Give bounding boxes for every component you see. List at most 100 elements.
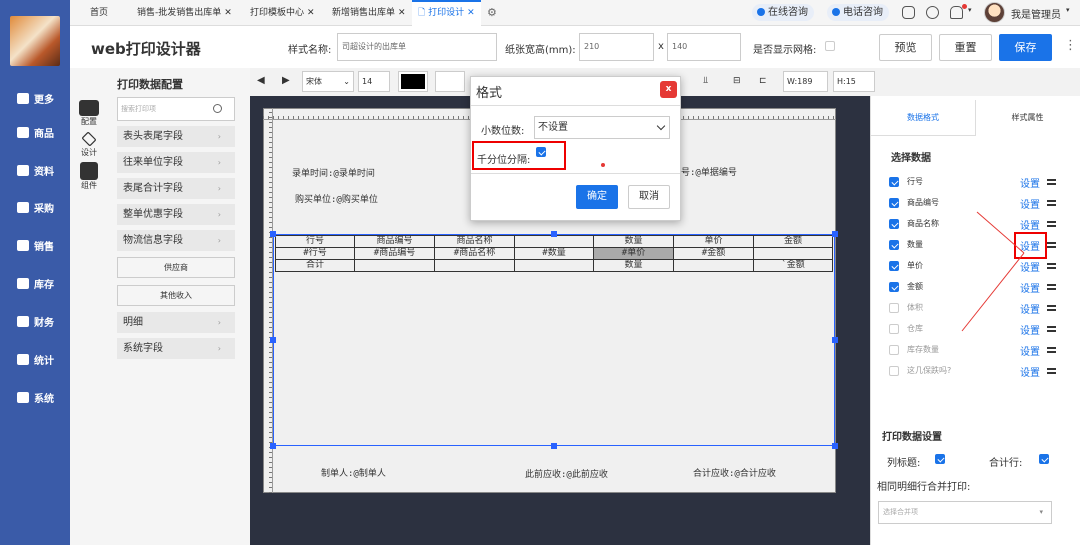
resize-handle[interactable] <box>270 443 276 449</box>
total-row-checkbox[interactable] <box>1039 454 1049 464</box>
data-field-checkbox[interactable] <box>889 261 899 271</box>
close-icon[interactable]: ✕ <box>467 8 475 18</box>
total-receivable-field[interactable]: 合计应收:@合计应收 <box>693 466 776 479</box>
nav-item-2[interactable]: 资料 <box>0 158 70 182</box>
preview-button[interactable]: 预览 <box>879 34 932 61</box>
undo-icon[interactable]: ◀ <box>257 75 265 86</box>
reset-button[interactable]: 重置 <box>939 34 992 61</box>
field-group[interactable]: 系统字段 › <box>117 338 235 359</box>
maker-field[interactable]: 制单人:@制单人 <box>321 466 386 479</box>
user-avatar[interactable] <box>984 2 1005 23</box>
paper-height-input[interactable]: 140 <box>667 33 741 61</box>
drag-handle-icon[interactable] <box>1047 368 1056 374</box>
data-field-checkbox[interactable] <box>889 345 899 355</box>
settings-icon[interactable]: ⚙ <box>487 6 497 19</box>
more-vertical-icon[interactable]: ⋮ <box>1064 38 1077 53</box>
entry-time-field[interactable]: 录单时间:@录单时间 <box>292 166 375 179</box>
width-input[interactable]: W:189 <box>783 71 828 92</box>
set-link[interactable]: 设置 <box>1020 364 1040 379</box>
search-input[interactable]: 搜索打印项 <box>117 97 235 121</box>
close-icon[interactable]: ✕ <box>224 8 232 18</box>
nav-item-5[interactable]: 库存 <box>0 271 70 295</box>
config-tool[interactable]: 配置 <box>74 100 104 127</box>
tab-new-sales-outbound[interactable]: 新增销售出库单 ✕ <box>332 0 406 26</box>
set-link[interactable]: 设置 <box>1020 343 1040 358</box>
close-icon[interactable]: ✕ <box>398 8 406 18</box>
nav-item-1[interactable]: 商品 <box>0 120 70 144</box>
user-avatar-image[interactable] <box>10 16 60 66</box>
drag-handle-icon[interactable] <box>1047 221 1056 227</box>
align-left-icon[interactable]: ⊏ <box>759 76 767 86</box>
font-size-input[interactable]: 14 <box>358 71 390 92</box>
show-grid-checkbox[interactable] <box>825 41 835 51</box>
data-field-checkbox[interactable] <box>889 177 899 187</box>
set-link[interactable]: 设置 <box>1020 175 1040 190</box>
chevron-down-icon[interactable]: ▾ <box>968 6 972 14</box>
field-group[interactable]: 物流信息字段 › <box>117 230 235 251</box>
resize-handle[interactable] <box>270 337 276 343</box>
selection-box[interactable] <box>273 234 835 446</box>
tab-style-attr[interactable]: 样式属性 <box>975 100 1079 136</box>
height-input[interactable]: H:15 <box>833 71 875 92</box>
field-sub-item[interactable]: 其他收入 <box>117 285 235 306</box>
field-group[interactable]: 表头表尾字段 › <box>117 126 235 147</box>
user-name[interactable]: 我是管理员 <box>1011 6 1061 21</box>
bg-color-picker[interactable] <box>435 71 465 92</box>
drag-handle-icon[interactable] <box>1047 242 1056 248</box>
data-field-checkbox[interactable] <box>889 282 899 292</box>
tab-sales-outbound[interactable]: 销售-批发销售出库单 ✕ <box>137 0 232 26</box>
redo-icon[interactable]: ▶ <box>282 75 290 86</box>
merge-select[interactable]: 选择合并项 ▾ <box>878 501 1052 524</box>
cloud-icon[interactable] <box>902 6 915 19</box>
nav-item-3[interactable]: 采购 <box>0 195 70 219</box>
data-field-checkbox[interactable] <box>889 303 899 313</box>
close-icon[interactable]: x <box>660 81 677 98</box>
component-tool[interactable]: 组件 <box>74 162 104 191</box>
decimals-select[interactable]: 不设置 <box>534 116 670 139</box>
resize-handle[interactable] <box>551 443 557 449</box>
col-title-checkbox[interactable] <box>935 454 945 464</box>
tab-print-design[interactable]: 🗋 打印设计 ✕ <box>412 0 481 26</box>
tab-template-center[interactable]: 打印模板中心 ✕ <box>250 0 315 26</box>
drag-handle-icon[interactable] <box>1047 179 1056 185</box>
nav-item-6[interactable]: 财务 <box>0 309 70 333</box>
confirm-button[interactable]: 确定 <box>576 185 618 209</box>
phone-consult-button[interactable]: 电话咨询 <box>827 4 889 21</box>
cancel-button[interactable]: 取消 <box>628 185 670 209</box>
data-field-checkbox[interactable] <box>889 366 899 376</box>
nav-item-7[interactable]: 统计 <box>0 347 70 371</box>
data-field-checkbox[interactable] <box>889 324 899 334</box>
tab-data-format[interactable]: 数据格式 <box>871 100 975 136</box>
data-field-checkbox[interactable] <box>889 219 899 229</box>
field-sub-item[interactable]: 供应商 <box>117 257 235 278</box>
drag-handle-icon[interactable] <box>1047 284 1056 290</box>
resize-handle[interactable] <box>551 231 557 237</box>
save-button[interactable]: 保存 <box>999 34 1052 61</box>
chevron-down-icon[interactable]: ▾ <box>1066 6 1070 14</box>
drag-handle-icon[interactable] <box>1047 263 1056 269</box>
prev-receivable-field[interactable]: 此前应收:@此前应收 <box>525 467 608 480</box>
resize-handle[interactable] <box>832 231 838 237</box>
drag-handle-icon[interactable] <box>1047 326 1056 332</box>
drag-handle-icon[interactable] <box>1047 200 1056 206</box>
search-icon[interactable] <box>926 6 939 19</box>
bill-no-field[interactable]: 号:@单据编号 <box>681 165 737 178</box>
online-consult-button[interactable]: 在线咨询 <box>752 4 814 21</box>
buyer-field[interactable]: 购买单位:@购买单位 <box>295 192 378 205</box>
data-field-checkbox[interactable] <box>889 240 899 250</box>
field-group[interactable]: 往来单位字段 › <box>117 152 235 173</box>
field-group[interactable]: 明细 › <box>117 312 235 333</box>
align-bottom-icon[interactable]: ⫫ <box>703 76 708 86</box>
field-group[interactable]: 表尾合计字段 › <box>117 178 235 199</box>
drag-handle-icon[interactable] <box>1047 347 1056 353</box>
font-color-picker[interactable] <box>398 71 428 92</box>
distribute-icon[interactable]: ⊟ <box>733 76 741 86</box>
resize-handle[interactable] <box>270 231 276 237</box>
data-field-checkbox[interactable] <box>889 198 899 208</box>
style-name-input[interactable]: 司超设计的出库单 <box>337 33 497 61</box>
resize-handle[interactable] <box>832 337 838 343</box>
nav-item-0[interactable]: 更多 <box>0 86 70 110</box>
nav-item-4[interactable]: 销售 <box>0 233 70 257</box>
drag-handle-icon[interactable] <box>1047 305 1056 311</box>
field-group[interactable]: 整单优惠字段 › <box>117 204 235 225</box>
